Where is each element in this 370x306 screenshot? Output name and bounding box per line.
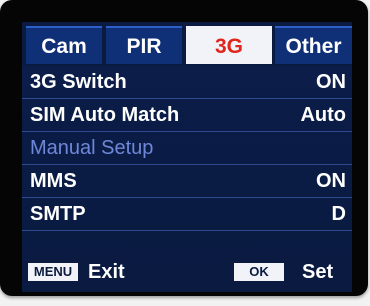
set-label: Set — [302, 261, 334, 283]
row-sim-auto-match[interactable]: SIM Auto Match Auto — [22, 99, 352, 132]
tab-pir[interactable]: PIR — [106, 26, 182, 64]
tab-cam[interactable]: Cam — [26, 26, 102, 64]
row-mms[interactable]: MMS ON — [22, 165, 352, 198]
row-label: Manual Setup — [30, 137, 154, 159]
tab-3g[interactable]: 3G — [186, 26, 272, 64]
exit-label: Exit — [88, 261, 125, 283]
row-3g-switch[interactable]: 3G Switch ON — [22, 66, 352, 99]
lcd-screen: Cam PIR 3G Other 3G Switch ON SIM Auto M… — [22, 22, 352, 292]
row-label: 3G Switch — [30, 71, 127, 93]
row-value: ON — [316, 71, 346, 93]
menu-key-badge[interactable]: MENU — [28, 263, 78, 281]
footer-hint-bar: MENU Exit OK Set — [22, 255, 352, 292]
tab-bar: Cam PIR 3G Other — [22, 22, 352, 66]
row-smtp[interactable]: SMTP D — [22, 198, 352, 231]
ok-key-badge[interactable]: OK — [234, 263, 284, 281]
row-value: Auto — [300, 104, 346, 126]
row-value: ON — [316, 170, 346, 192]
row-manual-setup[interactable]: Manual Setup — [22, 132, 352, 165]
tab-other[interactable]: Other — [275, 26, 352, 64]
row-label: MMS — [30, 170, 77, 192]
row-label: SMTP — [30, 203, 86, 225]
row-value: D — [331, 203, 346, 225]
row-label: SIM Auto Match — [30, 104, 180, 126]
device-bezel: Cam PIR 3G Other 3G Switch ON SIM Auto M… — [0, 0, 368, 296]
